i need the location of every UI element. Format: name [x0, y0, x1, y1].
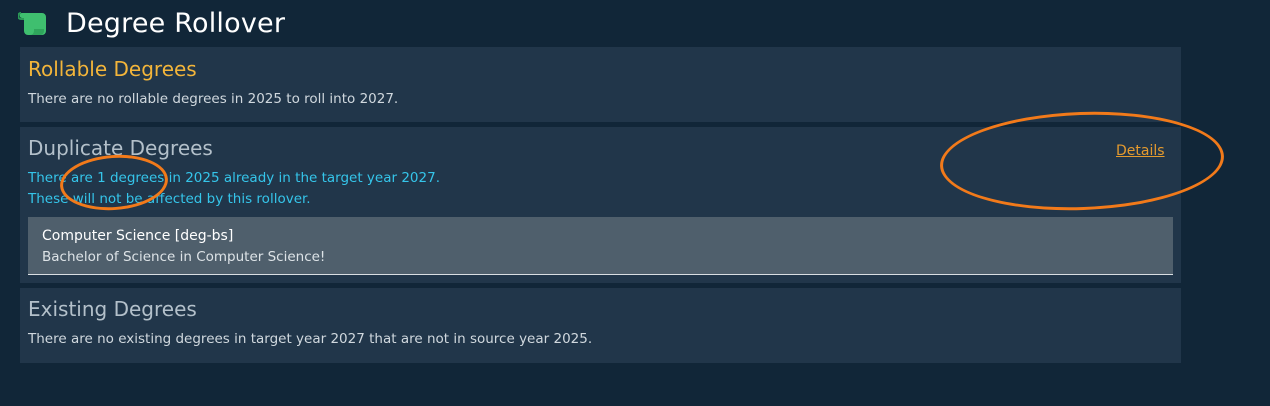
- rollable-degrees-title: Rollable Degrees: [28, 57, 197, 81]
- existing-degrees-section: Existing Degrees There are no existing d…: [20, 288, 1181, 363]
- page-title: Degree Rollover: [66, 7, 286, 39]
- scroll-icon: [18, 8, 54, 38]
- duplicate-degrees-section: Duplicate Degrees Details There are 1 de…: [20, 127, 1181, 283]
- details-link[interactable]: Details: [1116, 143, 1165, 159]
- existing-degrees-message: There are no existing degrees in target …: [28, 331, 593, 347]
- duplicate-count-message: There are 1 degrees in 2025 already in t…: [28, 170, 440, 186]
- rollable-degrees-section: Rollable Degrees There are no rollable d…: [20, 47, 1181, 122]
- degree-list-item[interactable]: Computer Science [deg-bs] Bachelor of Sc…: [28, 217, 1173, 275]
- duplicate-note-message: These will not be affected by this rollo…: [28, 191, 311, 207]
- rollable-degrees-message: There are no rollable degrees in 2025 to…: [28, 91, 399, 107]
- degree-name: Computer Science [deg-bs]: [42, 228, 234, 244]
- existing-degrees-title: Existing Degrees: [28, 297, 197, 321]
- page-header: Degree Rollover: [18, 6, 285, 40]
- degree-description: Bachelor of Science in Computer Science!: [42, 249, 326, 265]
- duplicate-degrees-title: Duplicate Degrees: [28, 136, 213, 160]
